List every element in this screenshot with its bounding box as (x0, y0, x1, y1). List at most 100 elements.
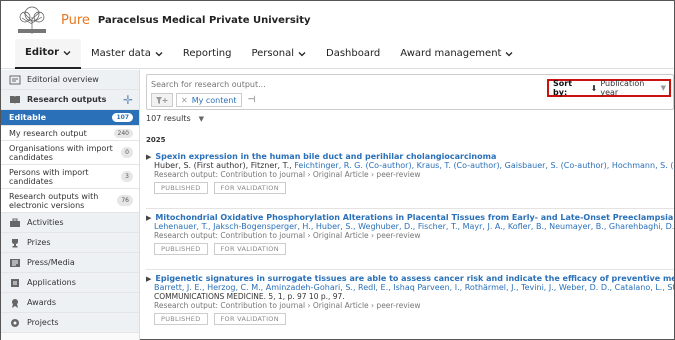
authors-line: Barrett, J. E., Herzog, C. M., Aminzadeh… (146, 283, 674, 292)
results-count[interactable]: 107 results ▼ (146, 114, 204, 123)
sidebar-item-awards[interactable]: Awards (1, 293, 139, 313)
caret-down-icon: ▼ (198, 114, 205, 123)
sidebar-item-label: Awards (27, 298, 56, 307)
authors-line: Huber, S. (First author), Fitzner, T., F… (146, 161, 674, 170)
nav-master-data[interactable]: Master data (81, 39, 173, 69)
count-badge: 76 (117, 195, 133, 206)
nav-award-management[interactable]: Award management (390, 39, 523, 69)
divider (146, 208, 674, 209)
trophy-icon (12, 238, 18, 247)
sidebar-item-research-outputs[interactable]: Research outputs ✛ (1, 90, 139, 110)
year-group-header: 2025 (146, 136, 166, 144)
caret-down-icon: ▼ (660, 84, 666, 92)
filter-chips: ✕ My content ⊣ (151, 93, 255, 107)
nav-editor-label: Editor (25, 47, 59, 58)
sidebar-item-projects[interactable]: Projects (1, 313, 139, 333)
authors-links[interactable]: Barrett, J. E., Herzog, C. M., Aminzadeh… (154, 283, 674, 292)
chevron-down-icon (298, 51, 306, 56)
output-type-meta: Research output: Contribution to journal… (154, 170, 421, 179)
pure-brand[interactable]: Pure (61, 13, 90, 28)
my-content-filter-chip[interactable]: ✕ My content (176, 93, 242, 107)
sort-descending-icon: ⬇ (590, 83, 598, 93)
newspaper-icon (10, 258, 20, 267)
filter-chip-label: My content (191, 95, 237, 105)
triangle-right-icon: ▶ (146, 275, 152, 283)
sidebar-item-activities[interactable]: Activities (1, 213, 139, 233)
output-type-meta: Research output: Contribution to journal… (154, 301, 421, 310)
search-input[interactable] (151, 78, 481, 90)
count-badge: 3 (121, 171, 133, 182)
nav-reporting-label: Reporting (182, 48, 232, 59)
chevron-down-icon (63, 50, 71, 55)
sidebar-item-organisations-import[interactable]: Organisations with import candidates 0 (1, 141, 139, 165)
sidebar-item-label: Press/Media (27, 258, 75, 267)
nav-personal[interactable]: Personal (241, 39, 316, 69)
workflow-badge: FOR VALIDATION (213, 313, 286, 325)
results-count-label: 107 results (146, 114, 191, 123)
sidebar-item-applications[interactable]: Applications (1, 273, 139, 293)
sidebar: Editorial overview Research outputs ✛ Ed… (1, 70, 140, 340)
book-icon (10, 95, 20, 104)
divider (146, 269, 674, 270)
overview-icon (9, 75, 21, 84)
authors-plain: Huber, S. (First author), Fitzner, T., (154, 161, 292, 170)
sidebar-item-label: Editorial overview (27, 75, 99, 84)
journal-citation: COMMUNICATIONS MEDICINE. 5, 1, p. 97 10 … (154, 292, 345, 301)
main-content: ✕ My content ⊣ Sort by: ⬇ Publication ye… (146, 74, 674, 340)
nav-master-data-label: Master data (91, 48, 151, 59)
triangle-right-icon: ▶ (146, 153, 152, 161)
sidebar-item-label: Projects (27, 318, 59, 327)
sidebar-item-label: Activities (27, 218, 64, 227)
nav-reporting[interactable]: Reporting (173, 39, 242, 69)
pin-icon[interactable]: ⊣ (248, 95, 256, 105)
main-navigation: Editor Master data Reporting Personal Da… (1, 38, 674, 69)
sidebar-item-editorial-overview[interactable]: Editorial overview (1, 70, 139, 90)
search-panel: ✕ My content ⊣ Sort by: ⬇ Publication ye… (146, 74, 674, 110)
count-badge: 0 (121, 147, 133, 158)
authors-links[interactable]: Lehenauer, T., Jaksch-Bogensperger, H., … (154, 222, 674, 231)
add-research-output-icon[interactable]: ✛ (123, 93, 133, 107)
sidebar-item-label: My research output (9, 128, 87, 138)
projects-icon (11, 318, 19, 327)
award-icon (12, 298, 18, 308)
sort-by-dropdown[interactable]: Sort by: ⬇ Publication year ▼ (547, 79, 671, 97)
authors-links[interactable]: Feichtinger, R. G. (Co-author), Kraus, T… (294, 161, 674, 170)
authors-line: Lehenauer, T., Jaksch-Bogensperger, H., … (146, 222, 674, 231)
chevron-down-icon (155, 51, 163, 56)
sidebar-item-persons-import[interactable]: Persons with import candidates 3 (1, 165, 139, 189)
sidebar-item-electronic-versions[interactable]: Research outputs with electronic version… (1, 189, 139, 213)
nav-dashboard[interactable]: Dashboard (316, 39, 390, 69)
research-output-title[interactable]: Mitochondrial Oxidative Phosphorylation … (155, 213, 673, 222)
status-badge: PUBLISHED (154, 243, 208, 255)
nav-personal-label: Personal (251, 48, 294, 59)
sidebar-item-press-media[interactable]: Press/Media (1, 253, 139, 273)
university-logo-icon[interactable] (15, 5, 49, 35)
nav-editor[interactable]: Editor (15, 38, 81, 69)
sidebar-item-label: Editable (9, 113, 47, 122)
sidebar-item-my-research-output[interactable]: My research output 240 (1, 126, 139, 141)
sort-by-label: Sort by: (553, 79, 573, 97)
list-item: ▶ Spexin expression in the human bile duc… (146, 152, 674, 194)
filter-icon (156, 96, 168, 104)
list-item: ▶ Epigenetic signatures in surrogate tiss… (146, 274, 674, 325)
research-output-title[interactable]: Spexin expression in the human bile duct… (155, 152, 496, 161)
output-type-meta: Research output: Contribution to journal… (154, 231, 421, 240)
sidebar-item-label: Applications (27, 278, 76, 287)
sidebar-item-editable[interactable]: Editable 107 (1, 110, 139, 126)
applications-icon (11, 278, 19, 287)
briefcase-icon (10, 218, 20, 227)
count-badge: 107 (112, 113, 133, 122)
sidebar-item-label: Research outputs with electronic version… (9, 191, 99, 210)
add-filter-button[interactable] (151, 93, 173, 107)
sidebar-item-label: Organisations with import candidates (9, 143, 113, 162)
nav-award-management-label: Award management (400, 48, 502, 59)
sidebar-item-prizes[interactable]: Prizes (1, 233, 139, 253)
top-header: Pure Paracelsus Medical Private Universi… (1, 1, 674, 39)
research-output-title[interactable]: Epigenetic signatures in surrogate tissu… (155, 274, 674, 283)
sidebar-item-label: Persons with import candidates (9, 167, 89, 186)
close-icon[interactable]: ✕ (181, 96, 188, 105)
chevron-down-icon (506, 51, 513, 56)
list-item: ▶ Mitochondrial Oxidative Phosphorylation… (146, 213, 674, 255)
workflow-badge: FOR VALIDATION (213, 243, 286, 255)
workflow-badge: FOR VALIDATION (213, 182, 286, 194)
